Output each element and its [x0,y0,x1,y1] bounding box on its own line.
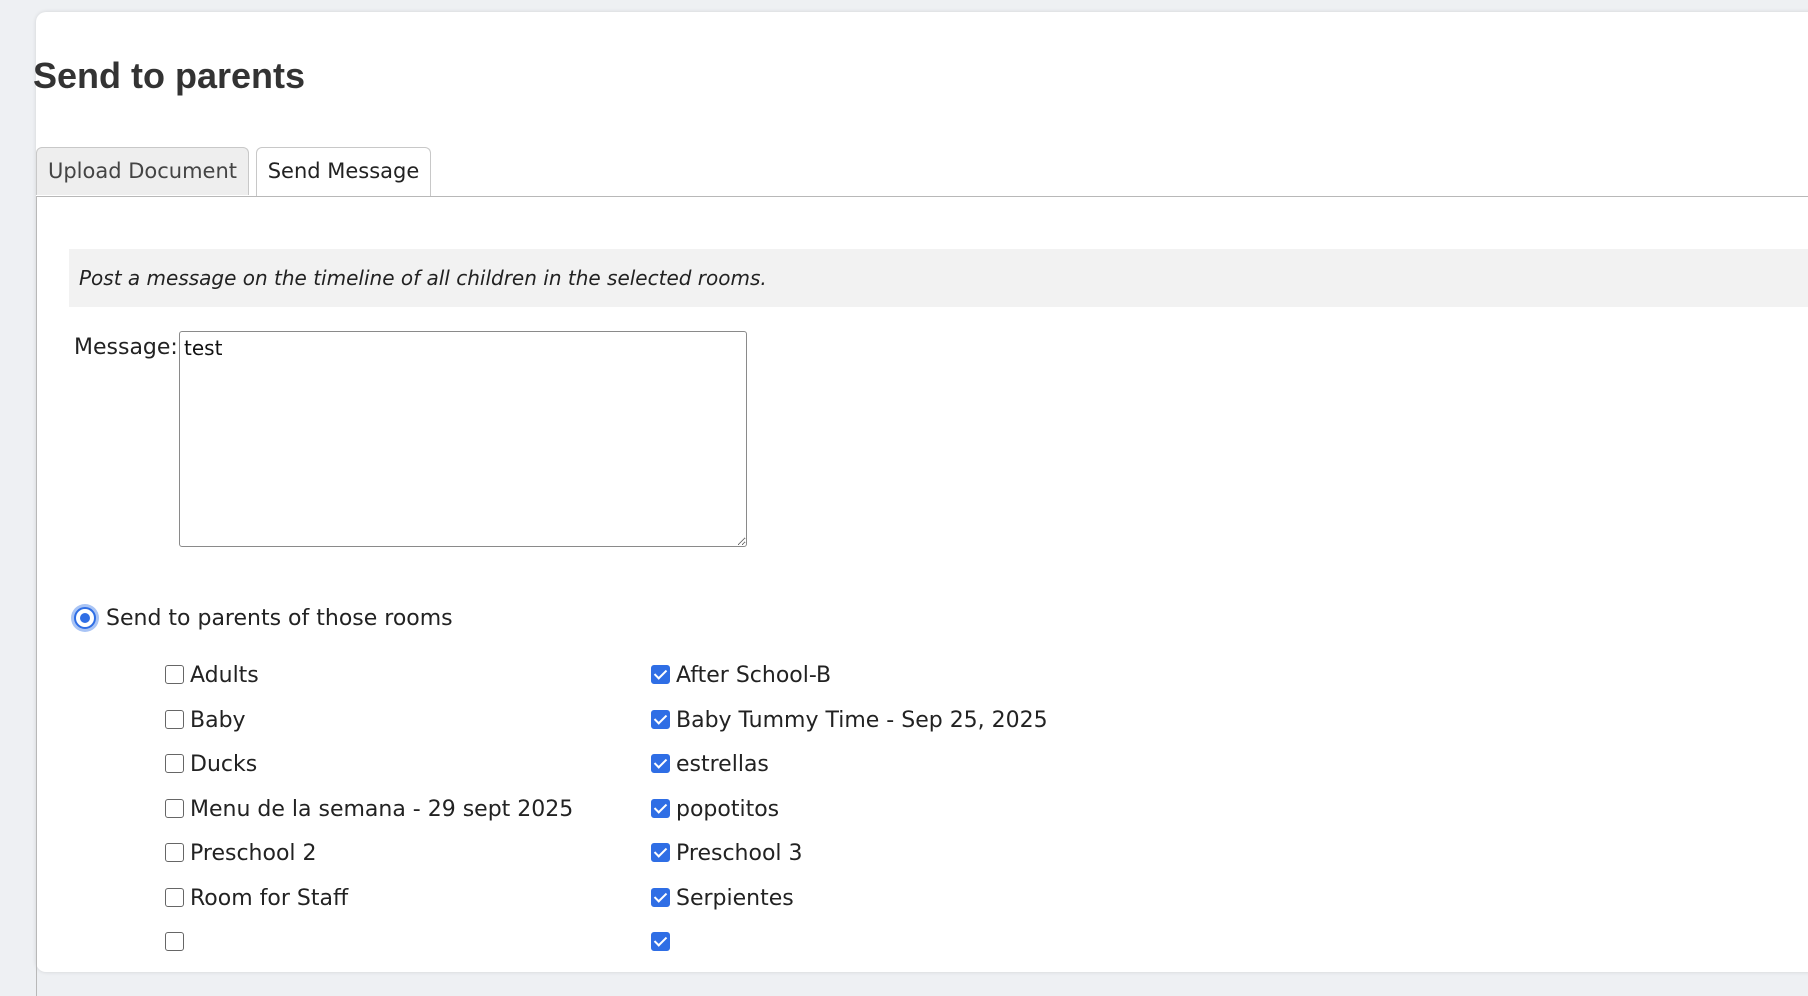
room-item[interactable]: popotitos [651,797,1048,842]
info-message: Post a message on the timeline of all ch… [69,249,1808,307]
message-label: Message: [74,335,178,360]
rooms-column-right: After School-B Baby Tummy Time - Sep 25,… [651,663,1048,975]
send-message-panel: Post a message on the timeline of all ch… [36,196,1808,996]
room-item[interactable] [651,930,1048,975]
page-title: Send to parents [33,55,306,96]
radio-selected-dot [80,613,90,623]
room-label: Adults [190,663,259,688]
room-label: Baby Tummy Time - Sep 25, 2025 [676,707,1048,733]
room-checkbox[interactable] [165,709,184,729]
room-checkbox[interactable] [165,932,184,951]
room-label: Preschool 2 [190,841,317,866]
room-checkbox[interactable] [165,798,184,818]
room-label: Menu de la semana - 29 sept 2025 [190,796,574,822]
room-label: Baby [190,707,246,733]
room-label: estrellas [676,752,769,777]
room-label: Ducks [190,752,258,777]
room-item[interactable] [165,930,573,975]
room-checkbox[interactable] [165,843,184,862]
room-item[interactable]: Serpientes [651,886,1048,931]
room-checkbox-checked[interactable] [651,665,670,684]
room-checkbox[interactable] [165,665,184,684]
rooms-column-left: Adults Baby Ducks Menu de la semana - 29… [165,663,573,975]
room-item[interactable]: After School-B [651,663,1048,708]
room-checkbox-checked[interactable] [651,887,670,907]
room-item[interactable]: Room for Staff [165,886,573,931]
room-checkbox-checked[interactable] [651,709,670,729]
room-checkbox-checked[interactable] [651,932,670,951]
room-item[interactable]: Baby Tummy Time - Sep 25, 2025 [651,708,1048,753]
send-to-rooms-radio[interactable] [74,607,96,629]
room-item[interactable]: Adults [165,663,573,708]
send-to-rooms-option[interactable]: Send to parents of those rooms [74,603,453,633]
room-label: Preschool 3 [676,841,803,866]
room-checkbox-checked[interactable] [651,843,670,862]
room-item[interactable]: Preschool 2 [165,841,573,886]
room-item[interactable]: Menu de la semana - 29 sept 2025 [165,797,573,842]
room-label: After School-B [676,663,832,688]
room-item[interactable]: Ducks [165,752,573,797]
room-checkbox[interactable] [165,754,184,773]
tab-upload-document[interactable]: Upload Document [36,147,249,195]
tab-send-message[interactable]: Send Message [256,147,431,197]
room-item[interactable]: Preschool 3 [651,841,1048,886]
room-label: popotitos [676,796,780,822]
room-label: Serpientes [676,885,794,911]
room-checkbox-checked[interactable] [651,798,670,818]
room-item[interactable]: Baby [165,708,573,753]
room-checkbox-checked[interactable] [651,754,670,773]
send-to-rooms-label: Send to parents of those rooms [106,605,453,631]
message-textarea[interactable]: test [179,331,747,547]
room-label: Room for Staff [190,885,349,911]
room-item[interactable]: estrellas [651,752,1048,797]
room-checkbox[interactable] [165,887,184,907]
